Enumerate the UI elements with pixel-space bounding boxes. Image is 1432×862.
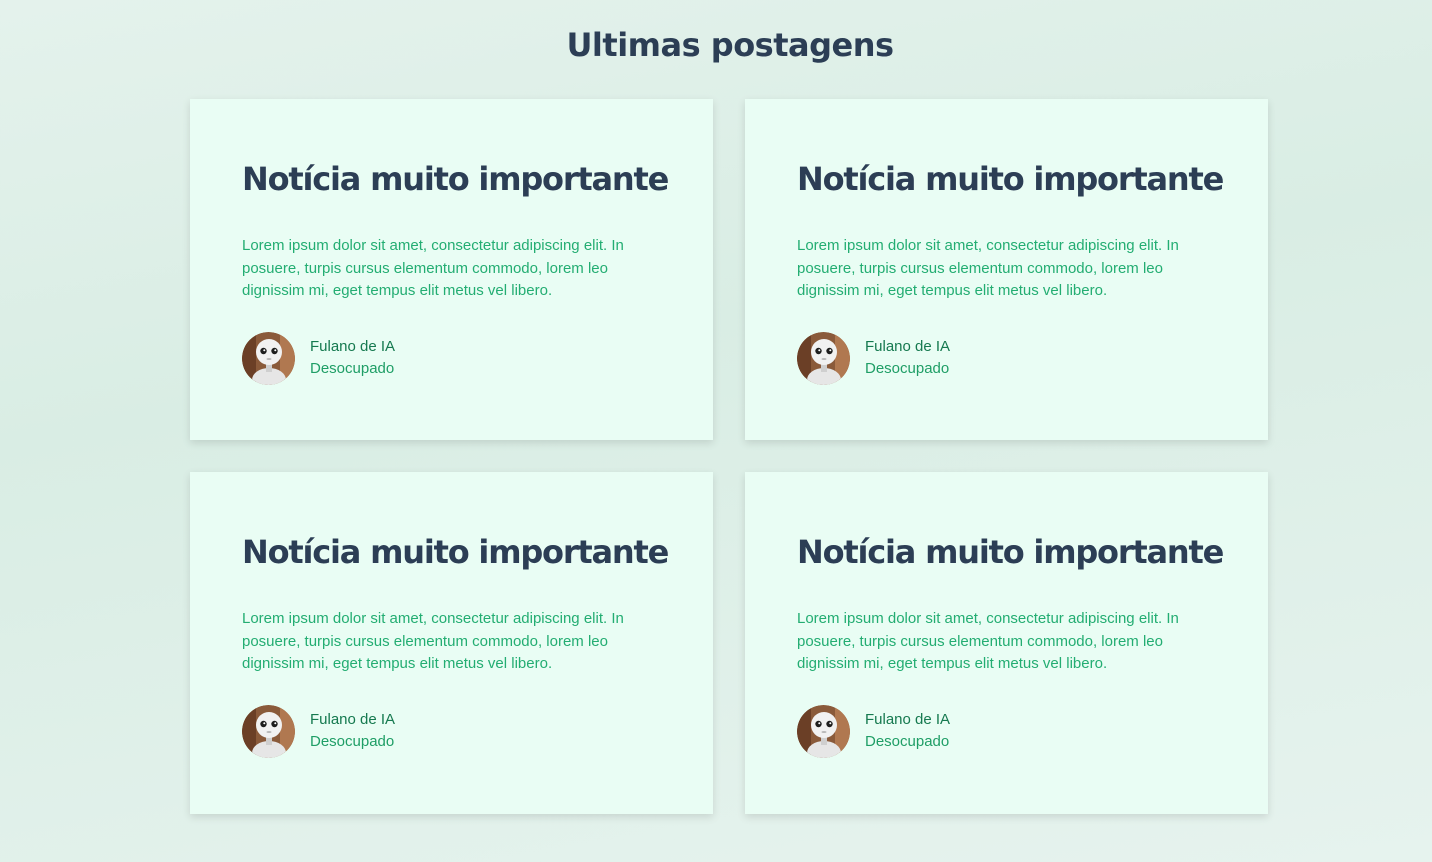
author-role: Desocupado [310,360,395,377]
author-name: Fulano de IA [310,711,396,728]
post-title[interactable]: Notícia muito importante [797,157,1224,201]
post-card[interactable]: Notícia muito importante Lorem ipsum dol… [745,99,1268,440]
robot-avatar-icon [242,704,295,758]
posts-grid: Notícia muito importante Lorem ipsum dol… [190,99,1268,814]
post-card[interactable]: Notícia muito importante Lorem ipsum dol… [745,472,1268,814]
post-title[interactable]: Notícia muito importante [242,157,669,201]
post-title[interactable]: Notícia muito importante [797,530,1224,574]
post-excerpt: Lorem ipsum dolor sit amet, consectetur … [797,237,1179,299]
post-card[interactable]: Notícia muito importante Lorem ipsum dol… [190,472,713,814]
post-excerpt: Lorem ipsum dolor sit amet, consectetur … [242,237,624,299]
page-title: Ultimas postagens [566,26,894,64]
post-excerpt: Lorem ipsum dolor sit amet, consectetur … [797,610,1179,672]
post-title[interactable]: Notícia muito importante [242,530,669,574]
robot-avatar-icon [242,331,295,385]
post-author: Fulano de IA Desocupado [242,331,661,385]
author-role: Desocupado [865,733,950,750]
post-author: Fulano de IA Desocupado [797,704,1216,758]
post-excerpt: Lorem ipsum dolor sit amet, consectetur … [242,610,624,672]
author-role: Desocupado [865,360,950,377]
author-name: Fulano de IA [865,711,951,728]
robot-avatar-icon [797,331,850,385]
post-card[interactable]: Notícia muito importante Lorem ipsum dol… [190,99,713,440]
post-author: Fulano de IA Desocupado [242,704,661,758]
author-name: Fulano de IA [865,338,951,355]
post-author: Fulano de IA Desocupado [797,331,1216,385]
robot-avatar-icon [797,704,850,758]
author-role: Desocupado [310,733,395,750]
author-name: Fulano de IA [310,338,396,355]
